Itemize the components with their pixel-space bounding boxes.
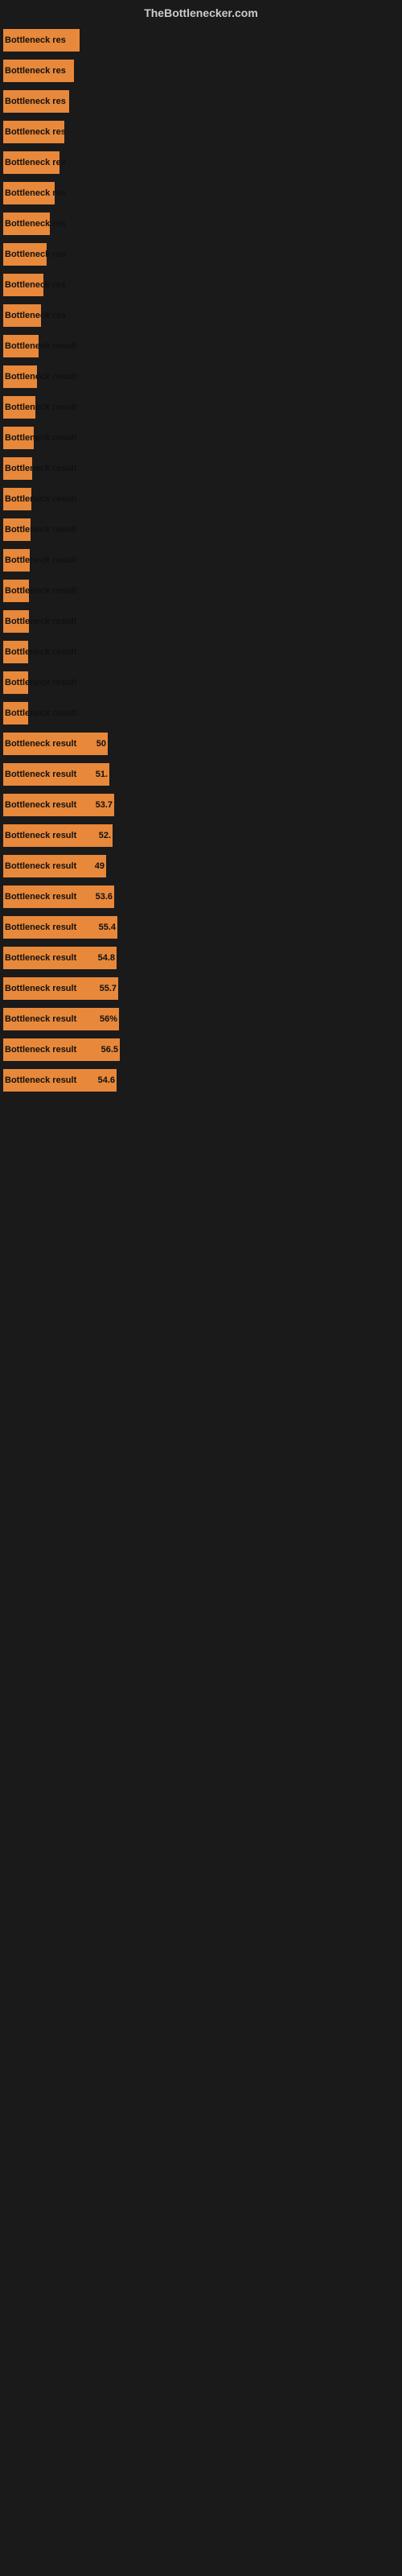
bar-label: Bottleneck result	[5, 800, 76, 810]
bar-row: Bottleneck result	[3, 638, 394, 667]
bar-label: Bottleneck res	[5, 250, 66, 259]
bar-row: Bottleneck result	[3, 332, 394, 361]
bar-value: 55.7	[100, 984, 117, 993]
bar-value: 55.4	[99, 923, 116, 932]
bar-row: Bottleneck result 52.	[3, 821, 394, 850]
bar-row: Bottleneck result 51.	[3, 760, 394, 789]
bar-label: Bottleneck res	[5, 188, 66, 198]
bar-label: Bottleneck res	[5, 158, 66, 167]
bar-label: Bottleneck result	[5, 341, 76, 351]
bar-label: Bottleneck result	[5, 861, 76, 871]
bar-row: Bottleneck res	[3, 209, 394, 238]
bar-row: Bottleneck result 53.7	[3, 791, 394, 819]
bar-label: Bottleneck result	[5, 494, 76, 504]
bar-label: Bottleneck result	[5, 586, 76, 596]
bar-row: Bottleneck res	[3, 26, 394, 55]
bar-label: Bottleneck result	[5, 770, 76, 779]
bar-value: 54.6	[98, 1075, 115, 1085]
bar-label: Bottleneck res	[5, 219, 66, 229]
bar-label: Bottleneck result	[5, 647, 76, 657]
bar-value: 53.6	[96, 892, 113, 902]
bar-row: Bottleneck result 53.6	[3, 882, 394, 911]
bar-label: Bottleneck result	[5, 1045, 76, 1055]
bar-row: Bottleneck result	[3, 362, 394, 391]
bar-row: Bottleneck result 54.8	[3, 943, 394, 972]
bar-label: Bottleneck result	[5, 1075, 76, 1085]
bar-label: Bottleneck res	[5, 35, 66, 45]
bar-row: Bottleneck res	[3, 240, 394, 269]
bar-row: Bottleneck result	[3, 546, 394, 575]
bar-label: Bottleneck result	[5, 464, 76, 473]
bar-row: Bottleneck result	[3, 485, 394, 514]
bar-label: Bottleneck result	[5, 372, 76, 382]
bar-label: Bottleneck result	[5, 923, 76, 932]
bar-label: Bottleneck res	[5, 127, 66, 137]
bar-value: 49	[95, 861, 105, 871]
bar-value: 51.	[96, 770, 108, 779]
bar-label: Bottleneck result	[5, 402, 76, 412]
bar-label: Bottleneck res	[5, 311, 66, 320]
bar-row: Bottleneck result	[3, 668, 394, 697]
bar-row: Bottleneck result	[3, 699, 394, 728]
bar-row: Bottleneck res	[3, 301, 394, 330]
bar-value: 56%	[100, 1014, 117, 1024]
bar-row: Bottleneck result 50	[3, 729, 394, 758]
bar-label: Bottleneck result	[5, 892, 76, 902]
bar-label: Bottleneck res	[5, 66, 66, 76]
bar-label: Bottleneck result	[5, 1014, 76, 1024]
bar-label: Bottleneck result	[5, 953, 76, 963]
bar-value: 56.5	[101, 1045, 118, 1055]
bar-label: Bottleneck result	[5, 678, 76, 687]
bar-row: Bottleneck result 55.4	[3, 913, 394, 942]
bar-row: Bottleneck result	[3, 576, 394, 605]
bar-row: Bottleneck res	[3, 118, 394, 147]
bar-label: Bottleneck result	[5, 617, 76, 626]
bar-label: Bottleneck res	[5, 280, 66, 290]
bar-row: Bottleneck result 49	[3, 852, 394, 881]
bar-value: 52.	[99, 831, 111, 840]
bar-label: Bottleneck res	[5, 97, 66, 106]
bar-value: 54.8	[98, 953, 115, 963]
bar-label: Bottleneck result	[5, 708, 76, 718]
bar-row: Bottleneck res	[3, 179, 394, 208]
bar-value: 50	[96, 739, 106, 749]
bar-label: Bottleneck result	[5, 984, 76, 993]
bar-row: Bottleneck result	[3, 393, 394, 422]
bar-label: Bottleneck result	[5, 555, 76, 565]
bar-row: Bottleneck result	[3, 423, 394, 452]
bar-label: Bottleneck result	[5, 525, 76, 535]
bar-row: Bottleneck res	[3, 56, 394, 85]
page-title: TheBottlenecker.com	[0, 0, 402, 23]
bar-row: Bottleneck result 55.7	[3, 974, 394, 1003]
bar-row: Bottleneck result 54.6	[3, 1066, 394, 1095]
bar-row: Bottleneck res	[3, 270, 394, 299]
bar-row: Bottleneck result 56.5	[3, 1035, 394, 1064]
bar-row: Bottleneck result	[3, 515, 394, 544]
bar-label: Bottleneck result	[5, 433, 76, 443]
bar-row: Bottleneck res	[3, 148, 394, 177]
bar-label: Bottleneck result	[5, 831, 76, 840]
bar-row: Bottleneck result	[3, 454, 394, 483]
bar-row: Bottleneck result	[3, 607, 394, 636]
bar-row: Bottleneck result 56%	[3, 1005, 394, 1034]
bar-value: 53.7	[96, 800, 113, 810]
bar-row: Bottleneck res	[3, 87, 394, 116]
chart-container: Bottleneck res Bottleneck res Bottleneck r…	[0, 23, 402, 1104]
bar-label: Bottleneck result	[5, 739, 76, 749]
